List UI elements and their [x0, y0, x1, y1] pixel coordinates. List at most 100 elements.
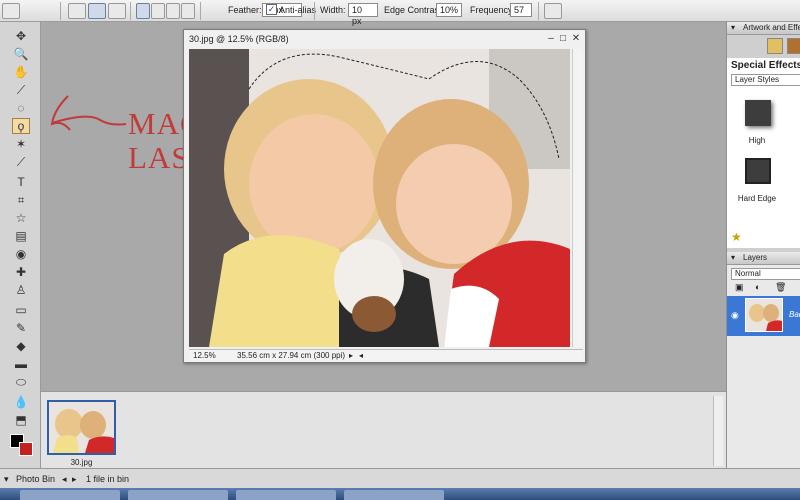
add-selection-icon[interactable] [151, 3, 165, 19]
magnetic-lasso-icon[interactable] [2, 3, 20, 19]
artwork-panel-header[interactable]: ▾ Artwork and Effects [727, 22, 800, 35]
layer-row-background[interactable]: ◉ Background [727, 296, 800, 336]
sponge-tool-icon[interactable]: ⬒ [12, 412, 30, 428]
bin-thumbnail[interactable] [47, 400, 116, 455]
hand-tool-icon[interactable]: ✋ [12, 64, 30, 80]
photo-bin-arrow-icon[interactable]: ▾ [4, 474, 9, 485]
document-window: 30.jpg @ 12.5% (RGB/8) – □ ✕ 12.5% 35.56… [183, 29, 586, 363]
effect-tile-high[interactable]: High [731, 92, 791, 148]
close-icon[interactable]: ✕ [571, 33, 581, 44]
image-canvas[interactable] [189, 49, 570, 347]
zoom-value[interactable]: 12.5% [193, 351, 216, 360]
new-layer-icon[interactable]: ▣ [735, 282, 744, 293]
taskbar-item[interactable] [128, 490, 228, 500]
effect-preview [745, 100, 771, 126]
cookie-cutter-tool-icon[interactable]: ☆ [12, 210, 30, 226]
marquee-tool-icon[interactable]: ◌ [12, 100, 30, 116]
artwork-icon[interactable] [767, 38, 783, 54]
minimize-icon[interactable]: – [546, 33, 556, 44]
layer-styles-dropdown[interactable]: Layer Styles [731, 74, 800, 86]
pen-pressure-icon[interactable] [544, 3, 562, 19]
gradient-tool-icon[interactable]: ▬ [12, 356, 30, 372]
pencil-tool-icon[interactable]: ✎ [12, 320, 30, 336]
taskbar-item[interactable] [20, 490, 120, 500]
taskbar-item[interactable] [344, 490, 444, 500]
feather-label: Feather: [228, 5, 262, 15]
effect-name: High [748, 136, 766, 145]
straighten-tool-icon[interactable]: ▤ [12, 228, 30, 244]
delete-layer-icon[interactable]: 🗑 [775, 282, 786, 293]
layers-panel: ▾ Layers Normal ▣ ◐ 🗑 ◉ Background [727, 252, 800, 468]
collapse-arrow-icon[interactable]: ▾ [731, 253, 735, 262]
paint-bucket-tool-icon[interactable]: ◆ [12, 338, 30, 354]
frequency-label: Frequency: [470, 5, 516, 15]
document-titlebar[interactable]: 30.jpg @ 12.5% (RGB/8) – □ ✕ [184, 30, 585, 48]
status-menu-arrow-icon[interactable]: ▸ [349, 351, 353, 360]
document-status-bar: 12.5% 35.56 cm x 27.94 cm (300 ppi) ▸ ◂ [189, 349, 583, 361]
photo-bin: 30.jpg [41, 391, 726, 468]
blend-mode-dropdown[interactable]: Normal [731, 268, 800, 280]
bin-thumbnail-label: 30.jpg [70, 458, 93, 467]
separator [314, 2, 315, 20]
clone-stamp-tool-icon[interactable]: ♙ [12, 282, 30, 298]
width-label: Width: [320, 5, 346, 15]
antialias-checkbox[interactable]: ✓ [266, 4, 277, 15]
effect-name: Hard Edge [737, 194, 777, 203]
maximize-icon[interactable]: □ [558, 33, 568, 44]
collapse-arrow-icon[interactable]: ▾ [731, 23, 735, 32]
bin-next-icon[interactable]: ▸ [72, 474, 77, 485]
adjustment-layer-icon[interactable]: ◐ [755, 282, 760, 292]
photo-children [189, 49, 570, 347]
annotation-arrow-icon [50, 95, 127, 131]
magic-wand-tool-icon[interactable]: ✶ [12, 136, 30, 152]
photo-bin-label[interactable]: Photo Bin [16, 474, 55, 484]
width-input[interactable]: 10 px [348, 3, 378, 26]
options-bar: Feather: 0 px ✓ Anti-alias Width: 10 px … [0, 0, 800, 26]
edge-contrast-input[interactable]: 10% [436, 3, 462, 17]
polygonal-lasso-icon[interactable] [88, 3, 106, 19]
crop-tool-icon[interactable]: ⌗ [12, 192, 30, 208]
blur-tool-icon[interactable]: 💧 [12, 394, 30, 410]
right-panel-bin: ▾ Artwork and Effects Special Effects La… [726, 22, 800, 468]
eraser-tool-icon[interactable]: ▭ [12, 302, 30, 318]
visibility-eye-icon[interactable]: ◉ [731, 310, 739, 321]
special-effects-panel: Special Effects Layer Styles High Hard E… [727, 58, 800, 248]
special-effects-title: Special Effects [731, 60, 800, 71]
photo-bin-scrollbar[interactable] [713, 396, 723, 466]
magnetic-lasso-tool-icon[interactable]: ϙ [12, 118, 30, 134]
artwork-panel-title: Artwork and Effects [743, 23, 800, 32]
taskbar [0, 488, 800, 500]
magnetic-lasso-option-icon[interactable] [108, 3, 126, 19]
move-tool-icon[interactable]: ✥ [12, 28, 30, 44]
layer-name[interactable]: Background [789, 310, 800, 319]
separator [200, 2, 201, 20]
selection-brush-tool-icon[interactable]: ⟋ [12, 154, 30, 170]
type-tool-icon[interactable]: T [12, 174, 30, 190]
effects-icon[interactable] [787, 38, 800, 54]
document-vertical-scrollbar[interactable] [572, 49, 583, 347]
separator [60, 2, 61, 20]
zoom-tool-icon[interactable]: 🔍 [12, 46, 30, 62]
red-eye-tool-icon[interactable]: ◉ [12, 246, 30, 262]
favorites-star-icon[interactable]: ★ [731, 230, 742, 244]
frequency-input[interactable]: 57 [510, 3, 532, 17]
bin-prev-icon[interactable]: ◂ [62, 474, 67, 485]
background-color-swatch[interactable] [19, 442, 33, 456]
intersect-selection-icon[interactable] [181, 3, 195, 19]
eyedropper-tool-icon[interactable]: ⟋ [12, 82, 30, 98]
taskbar-item[interactable] [236, 490, 336, 500]
new-selection-icon[interactable] [136, 3, 150, 19]
layers-panel-title: Layers [743, 253, 768, 262]
shape-tool-icon[interactable]: ⬭ [12, 374, 30, 390]
file-count: 1 file in bin [86, 474, 130, 484]
layers-panel-header[interactable]: ▾ Layers [727, 252, 800, 265]
subtract-selection-icon[interactable] [166, 3, 180, 19]
effect-preview [745, 158, 771, 184]
effect-tile-hard-edge[interactable]: Hard Edge [731, 150, 791, 206]
lasso-icon[interactable] [68, 3, 86, 19]
healing-brush-tool-icon[interactable]: ✚ [12, 264, 30, 280]
scroll-left-arrow-icon[interactable]: ◂ [359, 351, 363, 360]
antialias-label: Anti-alias [279, 5, 317, 15]
document-title: 30.jpg @ 12.5% (RGB/8) [189, 34, 289, 44]
tools-panel: ✥ 🔍 ✋ ⟋ ◌ ϙ ✶ ⟋ T ⌗ ☆ ▤ ◉ ✚ ♙ ▭ ✎ ◆ ▬ ⬭ … [0, 22, 41, 468]
